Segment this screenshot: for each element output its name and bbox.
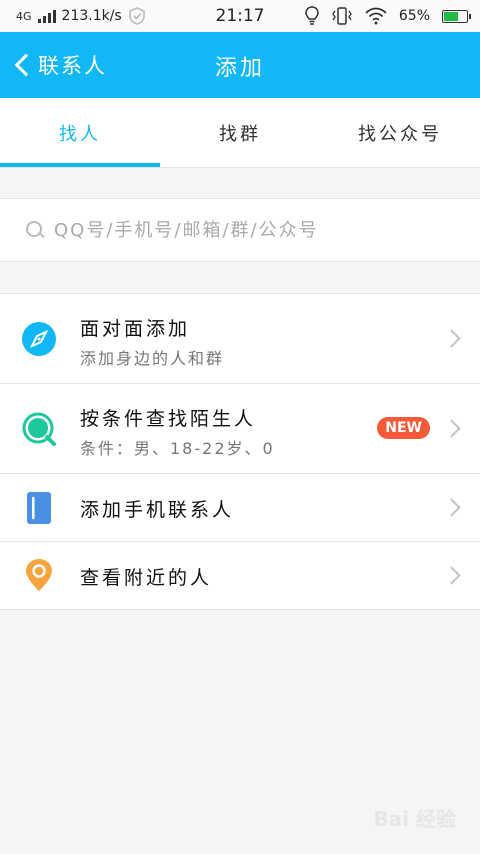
location-pin-icon bbox=[26, 559, 52, 591]
search-bar[interactable] bbox=[0, 198, 480, 262]
tab-bar: 找人 找群 找公众号 bbox=[0, 98, 480, 168]
tab-find-people[interactable]: 找人 bbox=[0, 98, 160, 167]
search-icon bbox=[26, 221, 44, 239]
new-badge: NEW bbox=[377, 417, 430, 439]
list-item-face-to-face[interactable]: 面对面添加 添加身边的人和群 bbox=[0, 294, 480, 384]
vibrate-icon bbox=[332, 7, 352, 25]
title-bar: 联系人 添加 bbox=[0, 32, 480, 98]
add-options-list: 面对面添加 添加身边的人和群 按条件查找陌生人 条件：男、18-22岁、0 NE… bbox=[0, 293, 480, 610]
chevron-right-icon bbox=[442, 566, 461, 585]
item-title: 面对面添加 bbox=[80, 318, 191, 340]
back-label: 联系人 bbox=[38, 54, 107, 78]
item-subtitle: 条件：男、18-22岁、0 bbox=[80, 439, 275, 458]
item-title: 按条件查找陌生人 bbox=[80, 408, 257, 430]
chevron-right-icon bbox=[442, 419, 461, 438]
search-circle-icon bbox=[22, 412, 56, 446]
battery-text: 65% bbox=[398, 8, 430, 24]
tab-find-official-accounts[interactable]: 找公众号 bbox=[320, 98, 480, 167]
tab-find-groups[interactable]: 找群 bbox=[160, 98, 320, 167]
wifi-icon bbox=[365, 7, 387, 25]
status-right: 65% bbox=[305, 6, 471, 26]
list-item-people-nearby[interactable]: 查看附近的人 bbox=[0, 542, 480, 610]
back-chevron-icon bbox=[14, 53, 38, 77]
item-title: 添加手机联系人 bbox=[80, 499, 235, 521]
battery-icon bbox=[442, 9, 471, 23]
item-title: 查看附近的人 bbox=[80, 567, 213, 589]
chevron-right-icon bbox=[442, 329, 461, 348]
item-subtitle: 添加身边的人和群 bbox=[80, 349, 225, 368]
list-item-search-strangers[interactable]: 按条件查找陌生人 条件：男、18-22岁、0 NEW bbox=[0, 384, 480, 474]
back-button[interactable]: 联系人 bbox=[10, 48, 107, 82]
watermark: Bai 经验 bbox=[373, 807, 456, 831]
compass-icon bbox=[22, 322, 56, 356]
lightbulb-icon bbox=[305, 6, 319, 25]
chevron-right-icon bbox=[442, 498, 461, 517]
phonebook-icon bbox=[27, 492, 51, 524]
list-item-phone-contacts[interactable]: 添加手机联系人 bbox=[0, 474, 480, 542]
search-input[interactable] bbox=[54, 219, 454, 241]
battery-fill bbox=[444, 11, 458, 21]
status-bar: 4G 213.1k/s 21:17 65% bbox=[0, 0, 480, 32]
